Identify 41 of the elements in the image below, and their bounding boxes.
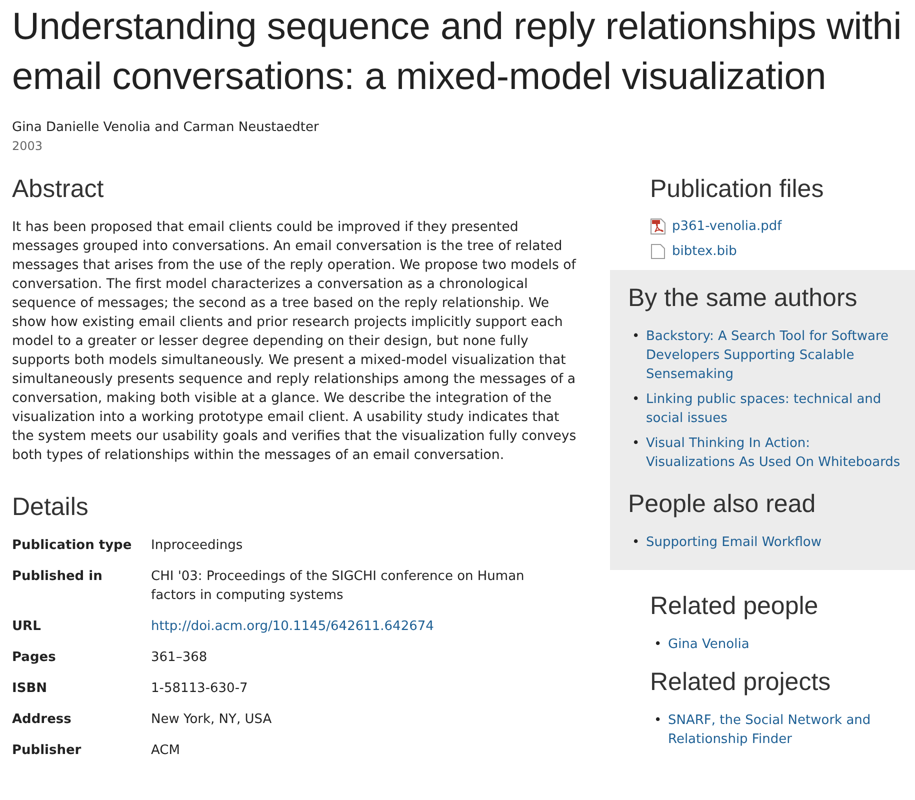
bullet: • — [632, 391, 638, 409]
related-link[interactable]: Supporting Email Workflow — [646, 533, 822, 552]
bullet: • — [632, 328, 638, 346]
related-link[interactable]: Gina Venolia — [668, 635, 750, 654]
detail-label: Address — [12, 711, 72, 729]
related-link[interactable]: Visual Thinking In Action: Visualizations As Used On Whiteboards — [646, 434, 903, 472]
detail-value: CHI '03: Proceedings of the SIGCHI conference on Human factors in computing systems — [151, 568, 526, 605]
file-link[interactable]: bibtex.bib — [672, 244, 737, 259]
section-heading: Related projects — [650, 668, 832, 697]
bullet: • — [654, 712, 660, 730]
bullet: • — [632, 534, 638, 552]
page-title: Understanding sequence and reply relationships withi email conversations: a mixed-model visualization — [12, 5, 902, 100]
detail-label: Publication type — [12, 537, 133, 555]
section-heading: Publication files — [650, 175, 825, 204]
file-icon — [650, 243, 666, 260]
pdf-file-icon — [650, 218, 666, 235]
detail-value: ACM — [151, 742, 181, 760]
detail-label: Publisher — [12, 742, 82, 760]
detail-label: Published in — [12, 568, 104, 586]
detail-label: Pages — [12, 649, 57, 667]
detail-label: URL — [12, 618, 42, 636]
section-heading: Abstract — [12, 175, 105, 204]
abstract-text: It has been proposed that email clients could be improved if they presented messages grouped into conversations. An email conversation is the tree of related messages that arises from the use of the reply operation. We propose two models of conversation. The first model characterizes a conversation as a chronological sequence of messages; the second as a tree based on the reply relationship. We show how existing email clients and prior research projects implicitly support each model to a greater or lesser degree depending on their design, but none fully supports both models simultaneously. We present a mixed-model visualization that simultaneously presents sequence and reply relationships among the messages of a conversation, making both visible at a glance. We describe the integration of the visualization into a working prototype email client. A usability study indicates that the system meets our usability goals and verifies that the visualization fully conveys both types of relationships within the messages of an email conversation. — [12, 219, 578, 465]
detail-value: Inproceedings — [151, 537, 244, 555]
authors: Gina Danielle Venolia and Carman Neustaedter — [12, 120, 320, 135]
bullet: • — [632, 435, 638, 453]
related-link[interactable]: SNARF, the Social Network and Relationship Finder — [668, 711, 903, 749]
detail-value: New York, NY, USA — [151, 711, 273, 729]
file-link[interactable]: p361-venolia.pdf — [672, 219, 782, 234]
detail-label: ISBN — [12, 680, 48, 698]
related-link[interactable]: Backstory: A Search Tool for Software Developers Supporting Scalable Sensemaking — [646, 327, 903, 384]
detail-value: 361–368 — [151, 649, 208, 667]
related-link[interactable]: Linking public spaces: technical and social issues — [646, 390, 903, 428]
section-heading: Related people — [650, 592, 820, 621]
section-heading: People also read — [628, 490, 817, 519]
url-link[interactable]: http://doi.acm.org/10.1145/642611.642674 — [151, 619, 434, 634]
year: 2003 — [12, 139, 44, 153]
detail-value: 1-58113-630-7 — [151, 680, 249, 698]
section-heading: By the same authors — [628, 284, 858, 313]
section-heading: Details — [12, 493, 90, 522]
bullet: • — [654, 636, 660, 654]
